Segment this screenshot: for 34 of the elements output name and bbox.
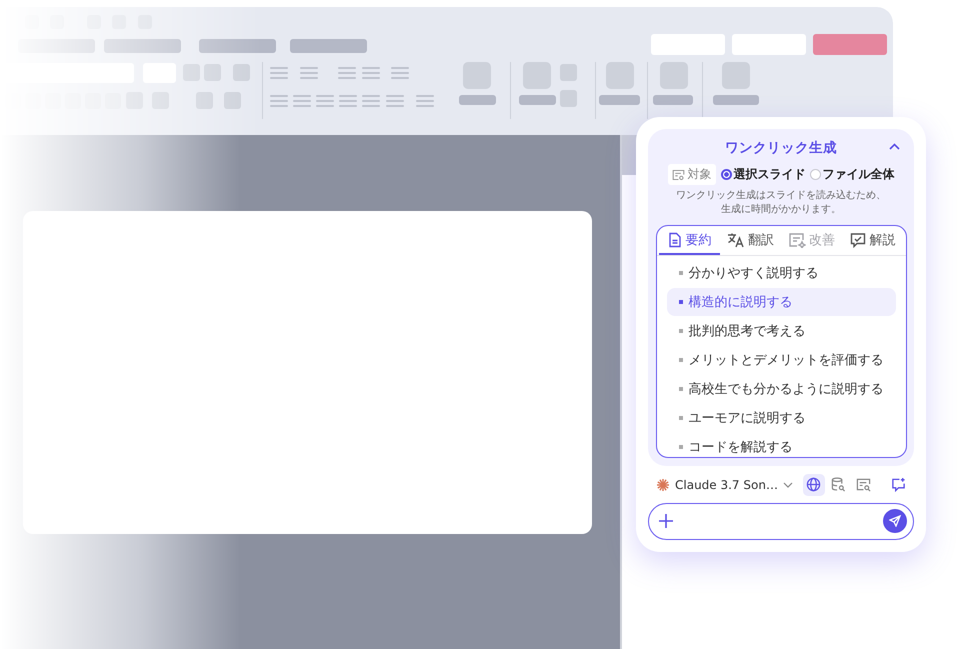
document-search-icon xyxy=(856,477,872,492)
plus-icon[interactable] xyxy=(659,514,673,528)
document-search-icon xyxy=(672,168,684,180)
panel-title: ワンクリック生成 xyxy=(725,139,837,157)
chevron-up-icon[interactable] xyxy=(889,143,900,150)
prompt-item[interactable]: 高校生でも分かるように説明する xyxy=(666,375,896,403)
chat-input-field[interactable] xyxy=(648,502,914,540)
prompt-item[interactable]: 構造的に説明する xyxy=(666,288,896,316)
prompt-item[interactable]: ユーモアに説明する xyxy=(666,404,896,432)
notice-text: ワンクリック生成はスライドを読み込むため、生成に時間がかかります。 xyxy=(675,189,887,217)
tab[interactable]: 解説 xyxy=(842,226,904,255)
prompt-item[interactable]: コードを解説する xyxy=(666,433,896,457)
globe-icon xyxy=(806,477,822,492)
translate-icon xyxy=(726,232,745,248)
new-chat-icon xyxy=(891,477,906,492)
edit-document-icon xyxy=(788,232,806,248)
radio-option[interactable]: 選択スライド xyxy=(720,166,806,183)
document-icon xyxy=(666,232,683,248)
prompt-item[interactable]: メリットとデメリットを評価する xyxy=(666,346,896,374)
sparkle-burst-icon xyxy=(656,478,670,492)
tool-toggle[interactable] xyxy=(802,474,825,496)
model-selector[interactable]: Claude 3.7 Son… xyxy=(656,478,793,492)
tab[interactable]: 要約 xyxy=(658,226,720,255)
prompt-item[interactable]: 批判的思考で考える xyxy=(666,317,896,345)
send-icon xyxy=(889,515,901,528)
prompt-item[interactable]: 分かりやすく説明する xyxy=(666,259,896,287)
send-button[interactable] xyxy=(883,509,907,534)
radio-option[interactable]: ファイル全体 xyxy=(810,166,894,183)
new-chat-button[interactable] xyxy=(891,477,906,492)
tab[interactable]: 翻訳 xyxy=(720,226,781,255)
target-label: 対象 xyxy=(688,166,712,183)
database-search-icon xyxy=(831,477,846,492)
chat-check-icon xyxy=(850,232,866,248)
chevron-down-icon xyxy=(782,482,793,488)
